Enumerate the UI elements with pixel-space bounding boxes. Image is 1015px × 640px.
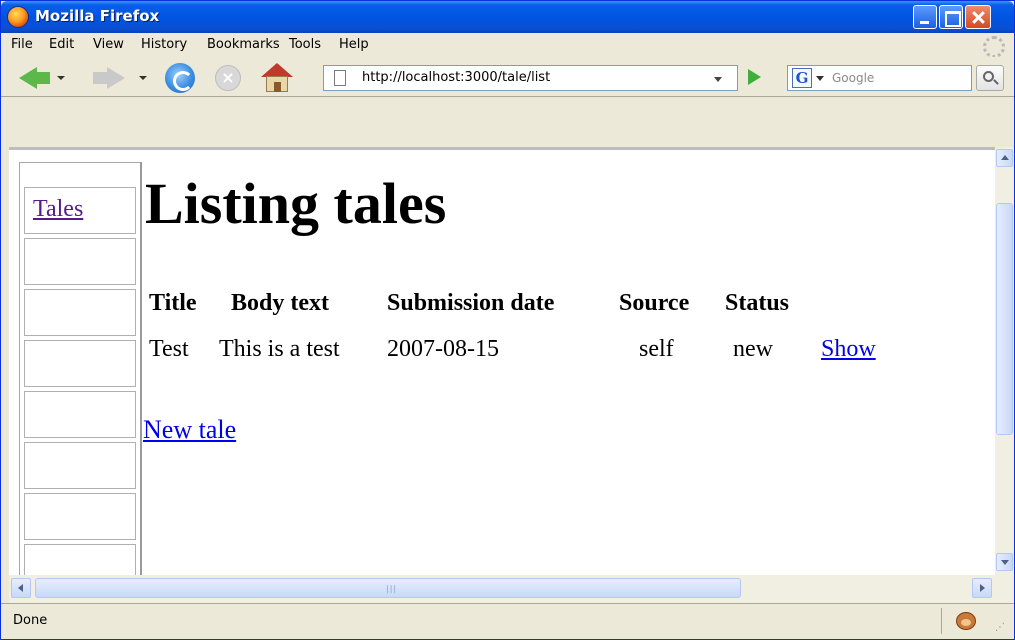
column-header-source: Source bbox=[619, 290, 690, 316]
cell-body-text: This is a test bbox=[219, 336, 340, 362]
sidebar-cell bbox=[24, 238, 136, 285]
column-header-submission-date: Submission date bbox=[387, 290, 555, 316]
horizontal-scrollbar[interactable]: ||| bbox=[9, 575, 1014, 603]
stop-icon[interactable]: × bbox=[215, 65, 241, 91]
maximize-button[interactable] bbox=[939, 5, 963, 29]
menu-bookmarks[interactable]: Bookmarks bbox=[207, 37, 280, 52]
vertical-scroll-thumb[interactable] bbox=[996, 203, 1013, 435]
column-header-status: Status bbox=[725, 290, 790, 316]
search-input[interactable]: Google bbox=[832, 71, 874, 85]
scroll-grip-icon: ||| bbox=[386, 584, 398, 593]
sidebar-cell bbox=[24, 391, 136, 438]
sidebar-frame: Tales bbox=[19, 162, 141, 575]
sidebar-cell bbox=[24, 544, 136, 575]
sidebar-cell bbox=[24, 442, 136, 489]
url-dropdown-icon[interactable] bbox=[714, 77, 722, 82]
new-tale-link[interactable]: New tale bbox=[143, 415, 236, 445]
show-link[interactable]: Show bbox=[821, 336, 876, 363]
menu-history[interactable]: History bbox=[141, 37, 187, 52]
page-content: Tales Listing tales Title Body text Subm… bbox=[9, 147, 995, 575]
page-icon bbox=[334, 70, 346, 86]
title-bar[interactable]: Mozilla Firefox bbox=[1, 1, 1014, 33]
reload-icon[interactable] bbox=[165, 63, 195, 93]
horizontal-scroll-thumb[interactable]: ||| bbox=[35, 578, 741, 598]
status-bar: Done ⋰ bbox=[1, 603, 1014, 639]
window-title: Mozilla Firefox bbox=[35, 7, 160, 25]
search-engine-dropdown-icon[interactable] bbox=[816, 76, 824, 81]
sidebar-cell: Tales bbox=[24, 187, 136, 234]
scroll-up-button[interactable] bbox=[996, 149, 1013, 167]
menu-tools[interactable]: Tools bbox=[289, 37, 321, 52]
forward-arrow-icon bbox=[107, 67, 125, 89]
status-text: Done bbox=[13, 613, 48, 628]
search-bar[interactable]: G Google bbox=[787, 65, 972, 91]
menu-file[interactable]: File bbox=[11, 37, 33, 52]
cell-source: self bbox=[639, 336, 674, 362]
firefox-logo-icon bbox=[7, 6, 29, 28]
forward-history-dropdown-icon[interactable] bbox=[139, 76, 147, 80]
cell-submission-date: 2007-08-15 bbox=[387, 336, 499, 362]
url-text[interactable]: http://localhost:3000/tale/list bbox=[362, 70, 550, 85]
page-title: Listing tales bbox=[145, 171, 447, 236]
frame-divider[interactable] bbox=[140, 162, 142, 575]
scroll-right-button[interactable] bbox=[972, 578, 992, 598]
navigation-toolbar: × http://localhost:3000/tale/list G Goog… bbox=[1, 57, 1014, 97]
throbber-icon bbox=[983, 36, 1005, 58]
menu-bar: File Edit View History Bookmarks Tools H… bbox=[1, 33, 1014, 58]
back-history-dropdown-icon[interactable] bbox=[57, 76, 65, 80]
search-engine-icon[interactable]: G bbox=[792, 68, 812, 88]
menu-help[interactable]: Help bbox=[339, 37, 369, 52]
vertical-scrollbar[interactable] bbox=[995, 147, 1014, 575]
minimize-button[interactable] bbox=[913, 5, 937, 29]
menu-edit[interactable]: Edit bbox=[49, 37, 74, 52]
sidebar-link-tales[interactable]: Tales bbox=[33, 196, 83, 223]
menu-view[interactable]: View bbox=[93, 37, 124, 52]
status-separator bbox=[941, 608, 942, 634]
cell-title: Test bbox=[149, 336, 189, 362]
go-icon[interactable] bbox=[748, 69, 761, 85]
column-header-title: Title bbox=[149, 290, 197, 316]
search-button[interactable] bbox=[976, 65, 1004, 91]
home-icon[interactable] bbox=[261, 63, 293, 93]
close-button[interactable] bbox=[965, 5, 991, 29]
scroll-left-button[interactable] bbox=[11, 578, 31, 598]
browser-window: Mozilla Firefox File Edit View History B… bbox=[0, 0, 1015, 640]
sidebar-cell bbox=[24, 493, 136, 540]
scroll-down-button[interactable] bbox=[996, 553, 1013, 571]
url-bar[interactable]: http://localhost:3000/tale/list bbox=[323, 65, 738, 91]
resize-grip-icon[interactable]: ⋰ bbox=[995, 622, 1005, 633]
sidebar-cell bbox=[24, 289, 136, 336]
cell-status: new bbox=[733, 336, 773, 362]
column-header-body-text: Body text bbox=[231, 290, 329, 316]
greasemonkey-icon[interactable] bbox=[956, 612, 976, 630]
sidebar-cell bbox=[24, 340, 136, 387]
